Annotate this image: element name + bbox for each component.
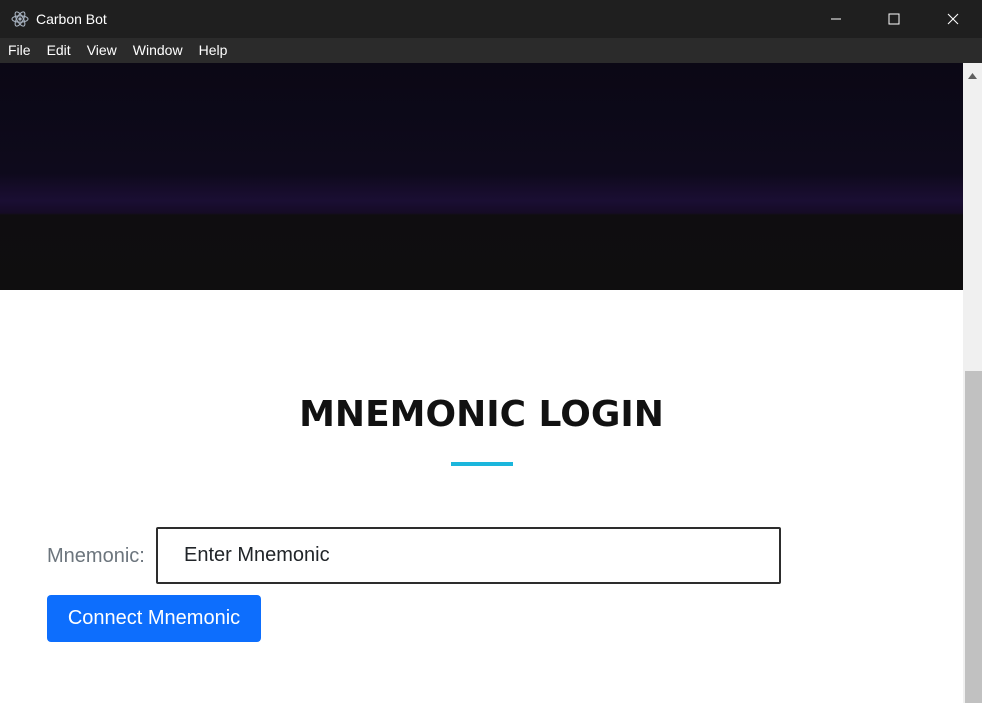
close-button[interactable]	[924, 0, 982, 38]
menu-window[interactable]: Window	[125, 38, 191, 63]
close-icon	[947, 13, 959, 25]
vertical-scrollbar[interactable]	[963, 63, 982, 703]
minimize-icon	[830, 13, 842, 25]
app-window: Carbon Bot File Edit View Window Help MN…	[0, 0, 982, 703]
menu-edit[interactable]: Edit	[39, 38, 79, 63]
menu-view[interactable]: View	[79, 38, 125, 63]
electron-atom-icon	[11, 10, 29, 28]
menu-help[interactable]: Help	[191, 38, 236, 63]
page-content: MNEMONIC LOGIN Mnemonic: Connect Mnemoni…	[0, 63, 963, 703]
page-title: MNEMONIC LOGIN	[299, 394, 664, 435]
minimize-button[interactable]	[807, 0, 865, 38]
triangle-up-icon	[968, 64, 977, 83]
window-title: Carbon Bot	[36, 11, 107, 27]
scroll-thumb[interactable]	[965, 371, 982, 703]
scroll-up-button[interactable]	[963, 63, 982, 83]
maximize-button[interactable]	[865, 0, 923, 38]
mnemonic-input[interactable]	[156, 527, 781, 584]
menu-file[interactable]: File	[0, 38, 39, 63]
title-underline	[451, 462, 513, 466]
title-bar[interactable]: Carbon Bot	[0, 0, 982, 38]
mnemonic-label: Mnemonic:	[47, 545, 145, 567]
hero-banner	[0, 63, 963, 290]
maximize-icon	[888, 13, 900, 25]
menu-bar: File Edit View Window Help	[0, 38, 982, 63]
connect-mnemonic-button[interactable]: Connect Mnemonic	[47, 595, 261, 642]
